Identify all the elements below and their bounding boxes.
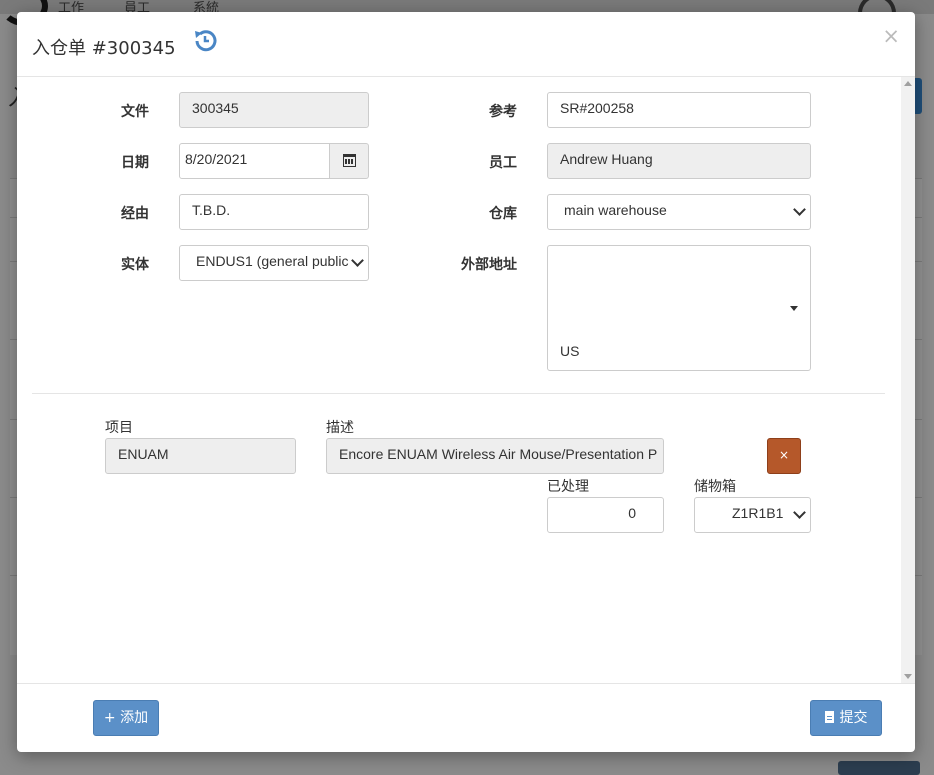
- scrollbar[interactable]: [901, 77, 915, 683]
- warehouse-label: 仓库: [489, 206, 517, 222]
- processed-label: 已处理: [547, 479, 589, 495]
- external-address-value: US: [560, 343, 580, 359]
- caret-down-icon: [790, 306, 798, 311]
- modal-header: 入仓单 #300345 ×: [17, 12, 915, 77]
- via-label: 经由: [121, 206, 149, 222]
- entity-value: ENDUS1 (general public: [196, 253, 349, 269]
- scroll-up-arrow-icon[interactable]: [904, 81, 912, 86]
- processed-input[interactable]: 0: [547, 497, 664, 533]
- add-button[interactable]: + 添加: [93, 700, 159, 736]
- submit-label: 提交: [839, 710, 868, 726]
- calendar-icon: [343, 154, 356, 167]
- description-label: 描述: [326, 420, 354, 436]
- warehouse-select[interactable]: main warehouse: [547, 194, 811, 230]
- description-field: Encore ENUAM Wireless Air Mouse/Presenta…: [326, 438, 664, 474]
- delete-line-button[interactable]: ×: [767, 438, 801, 474]
- via-input[interactable]: T.B.D.: [179, 194, 369, 230]
- document-icon: [824, 711, 834, 723]
- divider: [32, 393, 885, 394]
- bin-label: 储物箱: [694, 479, 736, 495]
- background-footer-button: [838, 761, 920, 775]
- calendar-button[interactable]: [329, 143, 369, 179]
- date-label: 日期: [121, 155, 149, 171]
- bin-value: Z1R1B1: [732, 505, 784, 521]
- chevron-down-icon: [793, 506, 806, 519]
- chevron-down-icon: [351, 254, 364, 267]
- date-input[interactable]: 8/20/2021: [179, 143, 331, 179]
- external-address-select[interactable]: US: [547, 245, 811, 371]
- employee-field: Andrew Huang: [547, 143, 811, 179]
- modal-footer: + 添加 提交: [17, 683, 915, 752]
- file-label: 文件: [121, 104, 149, 120]
- submit-button[interactable]: 提交: [810, 700, 882, 736]
- reference-input[interactable]: SR#200258: [547, 92, 811, 128]
- item-field: ENUAM: [105, 438, 296, 474]
- entity-label: 实体: [121, 257, 149, 273]
- employee-label: 员工: [489, 155, 517, 171]
- modal-title: 入仓单 #300345: [32, 38, 176, 59]
- file-field: 300345: [179, 92, 369, 128]
- item-label: 项目: [105, 420, 133, 436]
- reference-label: 参考: [489, 104, 517, 120]
- bin-select[interactable]: Z1R1B1: [694, 497, 811, 533]
- chevron-down-icon: [793, 203, 806, 216]
- receipt-modal: 入仓单 #300345 × 文件 300345 参考 SR#200258 日期 …: [17, 12, 915, 752]
- modal-body: 文件 300345 参考 SR#200258 日期 8/20/2021 员工 A…: [17, 77, 915, 683]
- warehouse-value: main warehouse: [564, 202, 667, 218]
- external-address-label: 外部地址: [461, 257, 517, 273]
- close-icon[interactable]: ×: [882, 24, 900, 48]
- scroll-down-arrow-icon[interactable]: [904, 674, 912, 679]
- entity-select[interactable]: ENDUS1 (general public: [179, 245, 369, 281]
- history-icon[interactable]: [191, 27, 219, 55]
